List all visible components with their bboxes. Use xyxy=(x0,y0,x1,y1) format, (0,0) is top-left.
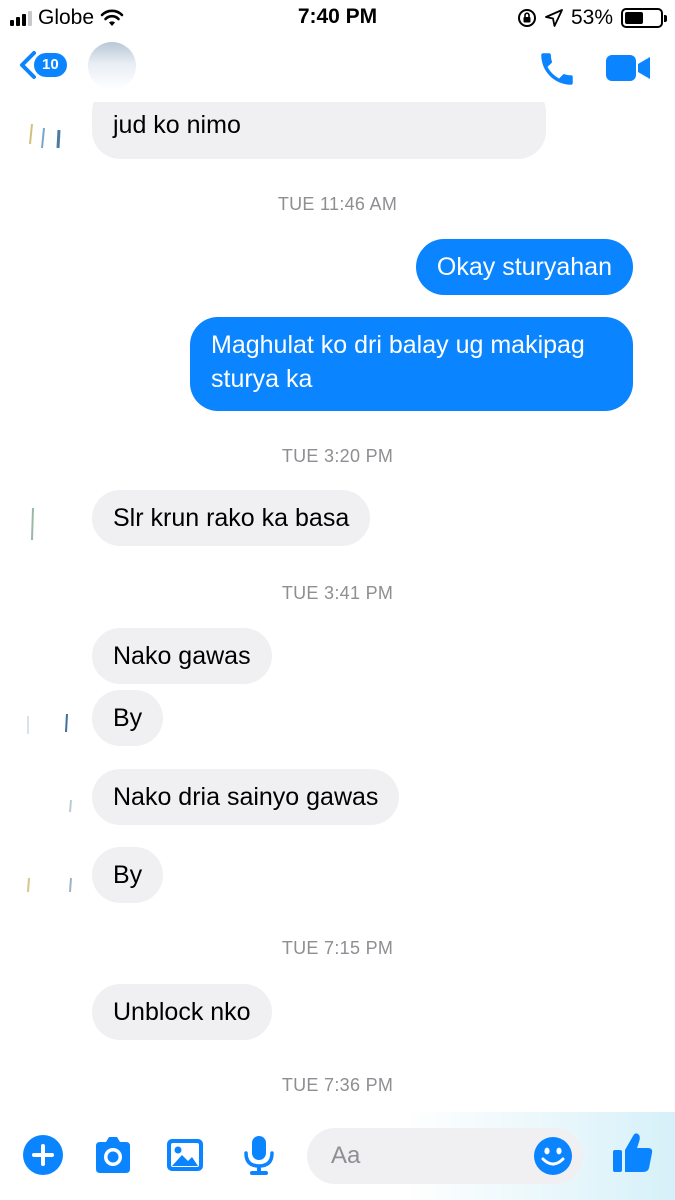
back-button[interactable]: 10 xyxy=(18,50,67,80)
message-bubble-received[interactable]: Unblock nko xyxy=(92,984,272,1040)
photo-gallery-button[interactable] xyxy=(164,1134,206,1181)
emoji-icon xyxy=(534,1137,572,1175)
thumbs-up-icon xyxy=(613,1133,653,1172)
message-thread[interactable]: jud ko nimo TUE 11:46 AM Okay sturyahan … xyxy=(0,102,675,1112)
emoji-button[interactable] xyxy=(533,1136,573,1181)
message-bubble-received[interactable]: Nako dria sainyo gawas xyxy=(92,769,400,825)
message-text: Unblock nko xyxy=(113,998,251,1026)
timestamp: TUE 7:36 PM xyxy=(281,1075,394,1095)
unread-count-badge: 10 xyxy=(34,53,67,77)
video-camera-icon xyxy=(606,55,650,81)
camera-button[interactable] xyxy=(92,1134,134,1181)
battery-fill xyxy=(625,12,644,24)
phone-icon xyxy=(541,53,573,85)
more-actions-button[interactable] xyxy=(22,1134,64,1181)
voice-call-button[interactable] xyxy=(536,48,578,95)
message-bubble-received[interactable]: By xyxy=(92,690,164,746)
voice-clip-button[interactable] xyxy=(238,1134,280,1181)
timestamp: TUE 11:46 AM xyxy=(277,194,398,214)
battery-percent: 53% xyxy=(570,6,613,29)
message-text: Slr krun rako ka basa xyxy=(113,504,350,532)
message-bubble-received[interactable]: Slr krun rako ka basa xyxy=(92,490,371,546)
status-right: 53% xyxy=(517,6,667,30)
battery-icon xyxy=(621,8,667,28)
message-bubble-received[interactable]: Nako gawas xyxy=(92,628,272,684)
plus-icon xyxy=(23,1135,63,1175)
status-bar: Globe 7:40 PM 53% xyxy=(0,0,675,36)
message-text: By xyxy=(113,704,143,732)
message-text-line: sturya ka xyxy=(211,365,313,393)
camera-icon xyxy=(96,1137,130,1173)
message-text: Nako gawas xyxy=(113,642,251,670)
photo-icon xyxy=(167,1139,203,1171)
sender-avatar xyxy=(22,860,76,900)
message-bubble-sent[interactable]: Maghulat ko dri balay ug makipag sturya … xyxy=(190,317,633,411)
message-text: By xyxy=(113,861,143,889)
microphone-icon xyxy=(244,1136,274,1175)
contact-name-redacted[interactable] xyxy=(140,54,480,84)
timestamp: TUE 3:41 PM xyxy=(281,583,394,603)
like-button[interactable] xyxy=(610,1130,656,1181)
sender-avatar xyxy=(22,114,76,154)
message-bubble-received[interactable]: By xyxy=(92,847,164,903)
message-input[interactable]: Aa xyxy=(307,1128,583,1184)
message-input-placeholder: Aa xyxy=(331,1142,361,1169)
location-icon xyxy=(545,9,563,27)
message-text: jud ko nimo xyxy=(113,111,241,139)
timestamp: TUE 3:20 PM xyxy=(281,446,394,466)
message-text-line: Maghulat ko dri balay ug makipag xyxy=(211,331,585,359)
message-text: Okay sturyahan xyxy=(436,253,612,281)
timestamp: TUE 7:15 PM xyxy=(281,938,394,958)
sender-avatar xyxy=(22,782,76,822)
message-text: Nako dria sainyo gawas xyxy=(113,783,379,811)
orientation-lock-icon xyxy=(517,9,536,27)
contact-avatar[interactable] xyxy=(88,42,136,90)
message-composer: Aa xyxy=(0,1112,675,1200)
message-bubble-sent[interactable]: Okay sturyahan xyxy=(415,239,633,295)
sender-avatar xyxy=(22,702,76,742)
conversation-header: 10 xyxy=(0,36,675,102)
video-call-button[interactable] xyxy=(604,52,652,89)
message-bubble-received[interactable]: jud ko nimo xyxy=(92,102,546,159)
sender-avatar xyxy=(22,502,76,542)
